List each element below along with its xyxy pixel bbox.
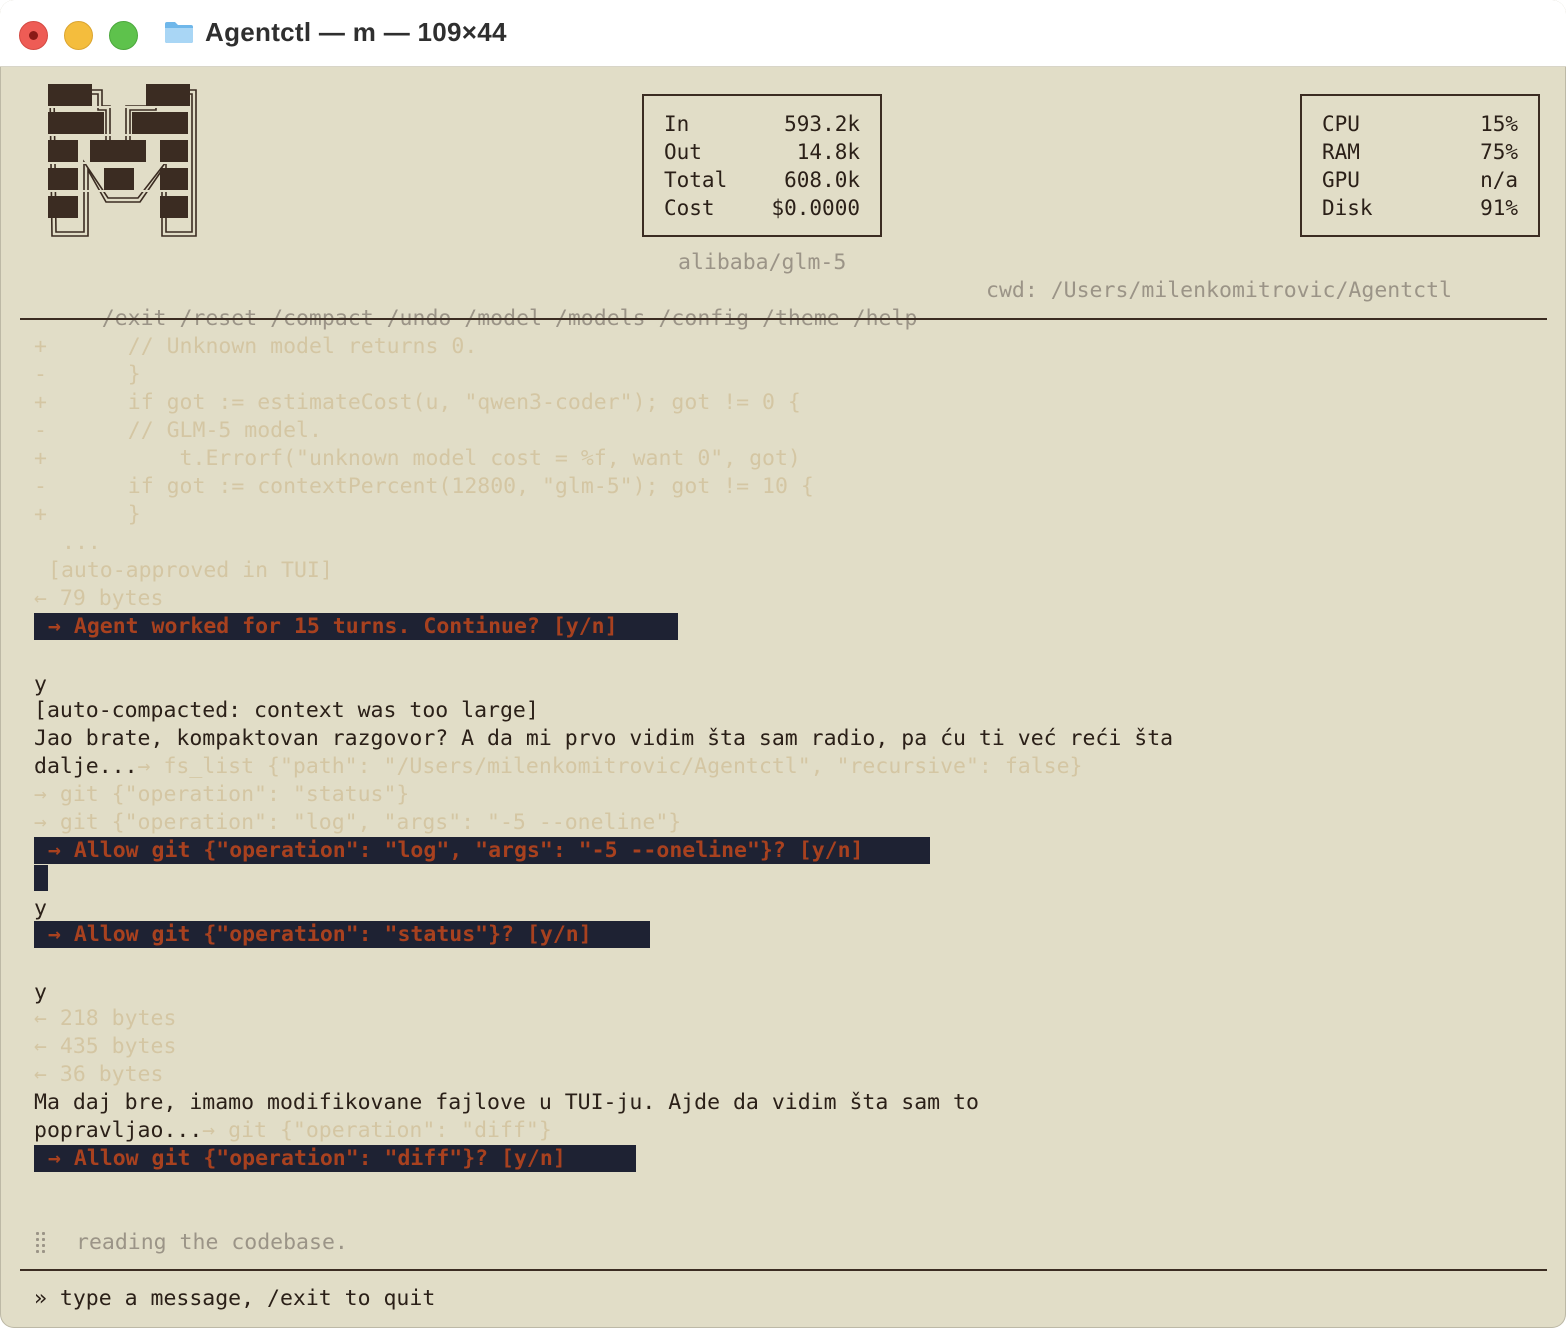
assistant-message: Jao brate, kompaktovan razgovor? A da mi…	[34, 726, 1174, 751]
terminal-cursor	[34, 865, 48, 891]
diff-sign: +	[34, 502, 47, 527]
token-stats-panel: In 593.2k Out 14.8k Total 608.0k Cost $0…	[642, 94, 882, 237]
stat-label: In	[664, 112, 690, 136]
close-button[interactable]	[19, 21, 48, 50]
diff-code: if got := contextPercent(12800, "glm-5")…	[76, 474, 814, 499]
tool-call: → git {"operation": "log", "args": "-5 -…	[34, 810, 682, 835]
model-name: alibaba/glm-5	[678, 250, 847, 275]
tool-result-bytes: ← 435 bytes	[34, 1034, 177, 1059]
user-answer: y	[34, 672, 47, 697]
title-bar: Agentctl — m — 109×44	[0, 0, 1566, 67]
stat-value: 91%	[1480, 196, 1518, 220]
assistant-message: Ma daj bre, imamo modifikovane fajlove u…	[34, 1090, 979, 1115]
stat-value: 608.0k	[784, 168, 860, 192]
auto-compacted-note: [auto-compacted: context was too large]	[34, 698, 539, 723]
header-divider	[20, 318, 1547, 320]
command-bar: /exit /reset /compact /undo /model /mode…	[50, 277, 918, 331]
tool-call: → git {"operation": "diff"}	[202, 1118, 552, 1143]
diff-sign: +	[34, 390, 47, 415]
stat-label: Out	[664, 140, 702, 164]
diff-code: // Unknown model returns 0.	[76, 334, 478, 359]
diff-sign: -	[34, 418, 47, 443]
terminal-window: Agentctl — m — 109×44 In 593.2k Out 14.8…	[0, 0, 1566, 1328]
input-divider	[20, 1269, 1547, 1271]
tool-call: → fs_list {"path": "/Users/milenkomitrov…	[137, 754, 1083, 779]
stat-label: Disk	[1322, 196, 1373, 220]
stat-label: RAM	[1322, 140, 1360, 164]
stat-value: 593.2k	[784, 112, 860, 136]
diff-code: if got := estimateCost(u, "qwen3-coder")…	[76, 390, 801, 415]
diff-code: }	[76, 362, 141, 387]
auto-approved-note: [auto-approved in TUI]	[48, 558, 333, 583]
stat-value: 14.8k	[796, 140, 860, 164]
diff-code: t.Errorf("unknown model cost = %f, want …	[76, 446, 801, 471]
stat-label: Total	[664, 168, 728, 192]
stat-value: 15%	[1480, 112, 1518, 136]
tool-result-bytes: ← 218 bytes	[34, 1006, 177, 1031]
diff-code: }	[76, 502, 141, 527]
folder-icon	[165, 22, 193, 43]
user-answer: y	[34, 896, 47, 921]
stat-value: n/a	[1480, 168, 1518, 192]
allow-git-status-prompt[interactable]: → Allow git {"operation": "status"}? [y/…	[34, 921, 650, 948]
tool-result-bytes: ← 36 bytes	[34, 1062, 164, 1087]
diff-sign: -	[34, 362, 47, 387]
tool-call: → git {"operation": "status"}	[34, 782, 410, 807]
system-stats-panel: CPU 15% RAM 75% GPU n/a Disk 91%	[1300, 94, 1540, 237]
agentctl-m-logo	[48, 84, 197, 237]
stat-label: CPU	[1322, 112, 1360, 136]
minimize-button[interactable]	[64, 21, 93, 50]
stat-label: GPU	[1322, 168, 1360, 192]
stat-value: 75%	[1480, 140, 1518, 164]
continue-prompt[interactable]: → Agent worked for 15 turns. Continue? […	[34, 613, 678, 640]
assistant-message-cont: dalje...→ fs_list {"path": "/Users/milen…	[34, 754, 1083, 779]
allow-git-diff-prompt[interactable]: → Allow git {"operation": "diff"}? [y/n]	[34, 1145, 636, 1172]
message-input[interactable]: » type a message, /exit to quit	[34, 1285, 435, 1313]
user-answer: y	[34, 980, 47, 1005]
tool-result-bytes: ← 79 bytes	[34, 586, 164, 611]
diff-sign: +	[34, 446, 47, 471]
status-text: reading the codebase.	[76, 1230, 348, 1255]
diff-sign: -	[34, 474, 47, 499]
assistant-message-cont: popravljao...→ git {"operation": "diff"}	[34, 1118, 552, 1143]
cwd-label: cwd: /Users/milenkomitrovic/Agentctl	[986, 278, 1452, 303]
stat-label: Cost	[664, 196, 715, 220]
braille-spinner-icon	[36, 1232, 50, 1254]
diff-sign: +	[34, 334, 47, 359]
diff-ellipsis: ...	[62, 530, 101, 555]
diff-code: // GLM-5 model.	[76, 418, 322, 443]
stat-value: $0.0000	[771, 196, 860, 220]
allow-git-log-prompt[interactable]: → Allow git {"operation": "log", "args":…	[34, 837, 930, 864]
zoom-button[interactable]	[109, 21, 138, 50]
window-title: Agentctl — m — 109×44	[205, 17, 507, 47]
